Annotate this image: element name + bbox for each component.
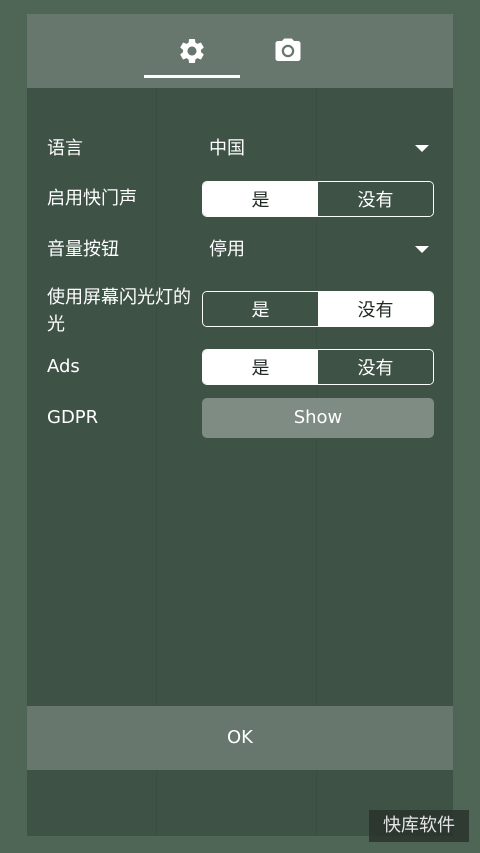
dropdown-arrow-icon: [415, 246, 429, 253]
watermark: 快库软件: [369, 810, 469, 842]
ads-label: Ads: [47, 356, 80, 377]
tab-indicator: [144, 75, 240, 78]
screen-flash-yes[interactable]: 是: [203, 292, 318, 326]
gear-icon: [180, 38, 204, 63]
tab-bar: [27, 14, 453, 88]
language-value: 中国: [209, 138, 245, 159]
ads-toggle: 是 没有: [202, 349, 434, 385]
shutter-sound-yes[interactable]: 是: [203, 182, 318, 216]
shutter-sound-label: 启用快门声: [47, 188, 137, 209]
camera-icon: [275, 38, 301, 61]
tab-camera[interactable]: [240, 14, 336, 88]
language-label: 语言: [47, 138, 83, 159]
ads-yes[interactable]: 是: [203, 350, 318, 384]
gdpr-label: GDPR: [47, 407, 99, 428]
shutter-sound-toggle: 是 没有: [202, 181, 434, 217]
screen-flash-toggle: 是 没有: [202, 291, 434, 327]
settings-dialog: 语言 中国 启用快门声 是 没有 音量按钮 停用 使用屏幕闪光灯的光 是 没有 …: [27, 14, 453, 836]
screen-flash-no[interactable]: 没有: [318, 292, 433, 326]
volume-button-dropdown[interactable]: 停用: [209, 232, 433, 268]
shutter-sound-no[interactable]: 没有: [318, 182, 433, 216]
ads-no[interactable]: 没有: [318, 350, 433, 384]
language-dropdown[interactable]: 中国: [209, 131, 433, 167]
volume-button-value: 停用: [209, 239, 245, 260]
ok-button[interactable]: OK: [27, 706, 453, 770]
screen-flash-label: 使用屏幕闪光灯的光: [47, 287, 191, 335]
volume-button-label: 音量按钮: [47, 239, 119, 260]
dropdown-arrow-icon: [415, 145, 429, 152]
screen-background: 语言 中国 启用快门声 是 没有 音量按钮 停用 使用屏幕闪光灯的光 是 没有 …: [0, 0, 480, 853]
gdpr-show-button[interactable]: Show: [202, 398, 434, 438]
